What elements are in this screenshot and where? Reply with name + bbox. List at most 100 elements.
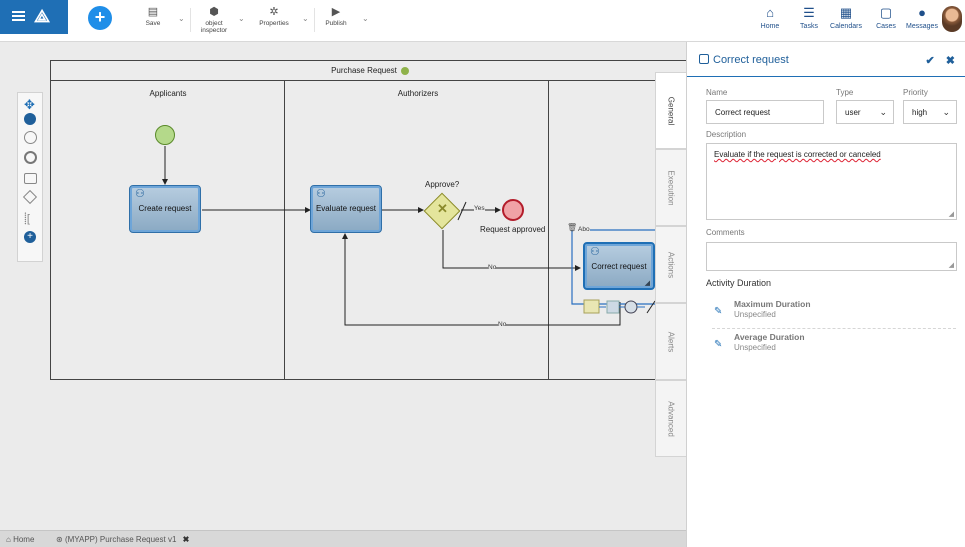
tab-home[interactable]: ⌂ Home bbox=[6, 535, 34, 544]
add-button[interactable]: + bbox=[88, 6, 112, 30]
connector-tool-icon[interactable]: ⸽[ bbox=[24, 211, 38, 225]
app-logo-icon: ⟁ bbox=[34, 6, 51, 26]
resize-handle-icon[interactable]: ◢ bbox=[949, 210, 954, 218]
append-task-icon[interactable] bbox=[606, 300, 620, 314]
flow-label-yes: Yes bbox=[474, 205, 485, 212]
tab-alerts[interactable]: Alerts bbox=[655, 303, 686, 380]
tab-general[interactable]: General bbox=[655, 72, 686, 149]
type-label: Type bbox=[836, 88, 854, 97]
end-event[interactable] bbox=[502, 199, 524, 221]
tab-execution[interactable]: Execution bbox=[655, 149, 686, 226]
nav-messages-label: Messages bbox=[906, 23, 938, 30]
tab-home-label: Home bbox=[13, 535, 35, 544]
activity-duration-title: Activity Duration bbox=[706, 278, 772, 288]
flow-no-to-evaluate[interactable] bbox=[342, 233, 621, 326]
end-event-tool-icon[interactable] bbox=[24, 151, 37, 164]
task-evaluate-request[interactable]: ⚇ Evaluate request bbox=[310, 185, 382, 233]
tab-actions[interactable]: Actions bbox=[655, 226, 686, 303]
nav-cases-label: Cases bbox=[876, 23, 896, 30]
gateway-tool-icon[interactable] bbox=[22, 189, 38, 205]
close-icon[interactable]: ✖ bbox=[946, 55, 955, 67]
type-select[interactable]: user ⌄ bbox=[836, 100, 894, 124]
toolbar-divider bbox=[314, 8, 315, 32]
task-correct-request[interactable]: ⚇ Correct request ◢ bbox=[583, 242, 655, 290]
diagram-canvas[interactable]: Purchase Request Applicants Authorizers … bbox=[0, 42, 686, 530]
publish-dropdown-caret[interactable]: ⌄ bbox=[362, 14, 369, 23]
priority-value: high bbox=[912, 108, 928, 117]
nav-cases[interactable]: ▢ Cases bbox=[872, 6, 900, 31]
menu-button[interactable]: ⟁ bbox=[0, 0, 68, 34]
append-gateway-icon[interactable] bbox=[583, 299, 600, 314]
tool-palette: ✥ ⸽[ + bbox=[17, 92, 43, 262]
properties-tabs: General Execution Actions Alerts Advance… bbox=[655, 72, 686, 457]
nav-tasks[interactable]: ☰ Tasks bbox=[796, 6, 822, 31]
task-icon bbox=[699, 54, 709, 64]
properties-button[interactable]: ✲ Properties bbox=[255, 6, 293, 27]
pencil-icon[interactable]: ✎ bbox=[714, 306, 722, 317]
close-icon[interactable]: ✖ bbox=[183, 535, 190, 544]
task-create-request[interactable]: ⚇ Create request bbox=[129, 185, 201, 233]
nav-calendars[interactable]: ▦ Calendars bbox=[826, 6, 866, 31]
task-label: Evaluate request bbox=[315, 204, 377, 213]
trash-icon[interactable]: 🗑 bbox=[567, 223, 577, 232]
move-tool-icon[interactable]: ✥ bbox=[24, 97, 38, 112]
publish-label: Publish bbox=[325, 20, 347, 27]
floppy-icon: ▤ bbox=[147, 6, 159, 18]
nav-messages[interactable]: ● Messages bbox=[904, 6, 940, 31]
flow-label-abort: Abo bbox=[578, 226, 590, 233]
tab-document-label: (MYAPP) Purchase Request v1 bbox=[64, 535, 177, 544]
chevron-down-icon: ⌄ bbox=[942, 107, 950, 117]
panel-title-text: Correct request bbox=[713, 54, 789, 66]
object-inspector-label: object inspector bbox=[200, 20, 228, 34]
tab-label: Execution bbox=[666, 169, 676, 206]
flow-label-no: No bbox=[498, 321, 507, 328]
start-event-tool-icon[interactable] bbox=[24, 131, 37, 144]
avg-duration-value: Unspecified bbox=[734, 343, 776, 352]
end-event-label: Request approved bbox=[480, 225, 546, 234]
name-value: Correct request bbox=[715, 108, 771, 117]
append-event-icon[interactable] bbox=[624, 300, 638, 314]
tab-document[interactable]: ⊛ (MYAPP) Purchase Request v1 ✖ bbox=[56, 535, 189, 544]
publish-button[interactable]: ▶ Publish bbox=[322, 6, 350, 27]
resize-handle-icon[interactable]: ◢ bbox=[645, 279, 650, 287]
nav-home[interactable]: ⌂ Home bbox=[758, 6, 782, 31]
play-icon: ▶ bbox=[331, 6, 341, 18]
task-tool-icon[interactable] bbox=[24, 173, 37, 184]
avg-duration-item[interactable]: ✎ Average Duration Unspecified bbox=[712, 330, 956, 362]
max-duration-item[interactable]: ✎ Maximum Duration Unspecified bbox=[712, 297, 956, 329]
flow-no-to-correct[interactable] bbox=[442, 230, 581, 271]
confirm-icon[interactable]: ✔ bbox=[926, 55, 935, 67]
lasso-tool-icon[interactable] bbox=[24, 113, 36, 125]
avatar[interactable] bbox=[942, 6, 962, 32]
tasks-icon: ☰ bbox=[803, 5, 815, 20]
priority-select[interactable]: high ⌄ bbox=[903, 100, 957, 124]
save-button[interactable]: ▤ Save bbox=[142, 6, 164, 27]
comments-textarea[interactable]: ◢ bbox=[706, 242, 957, 271]
connect-arrow-icon[interactable] bbox=[646, 300, 656, 314]
description-textarea[interactable]: Evaluate if the request is corrected or … bbox=[706, 143, 957, 220]
tab-label: Alerts bbox=[666, 331, 676, 352]
toolbar-divider bbox=[190, 8, 191, 32]
properties-dropdown-caret[interactable]: ⌄ bbox=[302, 14, 309, 23]
inspector-dropdown-caret[interactable]: ⌄ bbox=[238, 14, 245, 23]
task-label: Create request bbox=[138, 204, 192, 213]
tab-label: Actions bbox=[666, 251, 676, 278]
resize-handle-icon[interactable]: ◢ bbox=[949, 261, 954, 269]
chevron-down-icon: ⌄ bbox=[879, 107, 887, 117]
more-tools-icon[interactable]: + bbox=[24, 231, 36, 243]
tab-advanced[interactable]: Advanced bbox=[655, 380, 686, 457]
object-inspector-button[interactable]: ⬢ object inspector bbox=[197, 6, 231, 34]
panel-actions: ✔ ✖ bbox=[926, 54, 956, 67]
nav-calendars-label: Calendars bbox=[830, 23, 862, 30]
user-icon: ⚇ bbox=[590, 246, 600, 258]
save-dropdown-caret[interactable]: ⌄ bbox=[178, 14, 185, 23]
avg-duration-title: Average Duration bbox=[734, 332, 805, 342]
top-toolbar: ⟁ + ▤ Save ⌄ ⬢ object inspector ⌄ ✲ Prop… bbox=[0, 0, 965, 42]
user-icon: ⚇ bbox=[316, 188, 326, 200]
max-duration-title: Maximum Duration bbox=[734, 299, 811, 309]
pencil-icon[interactable]: ✎ bbox=[714, 339, 722, 350]
user-icon: ⚇ bbox=[135, 188, 145, 200]
name-field[interactable]: Correct request bbox=[706, 100, 824, 124]
start-event[interactable] bbox=[155, 125, 175, 145]
case-icon: ▢ bbox=[879, 5, 893, 20]
